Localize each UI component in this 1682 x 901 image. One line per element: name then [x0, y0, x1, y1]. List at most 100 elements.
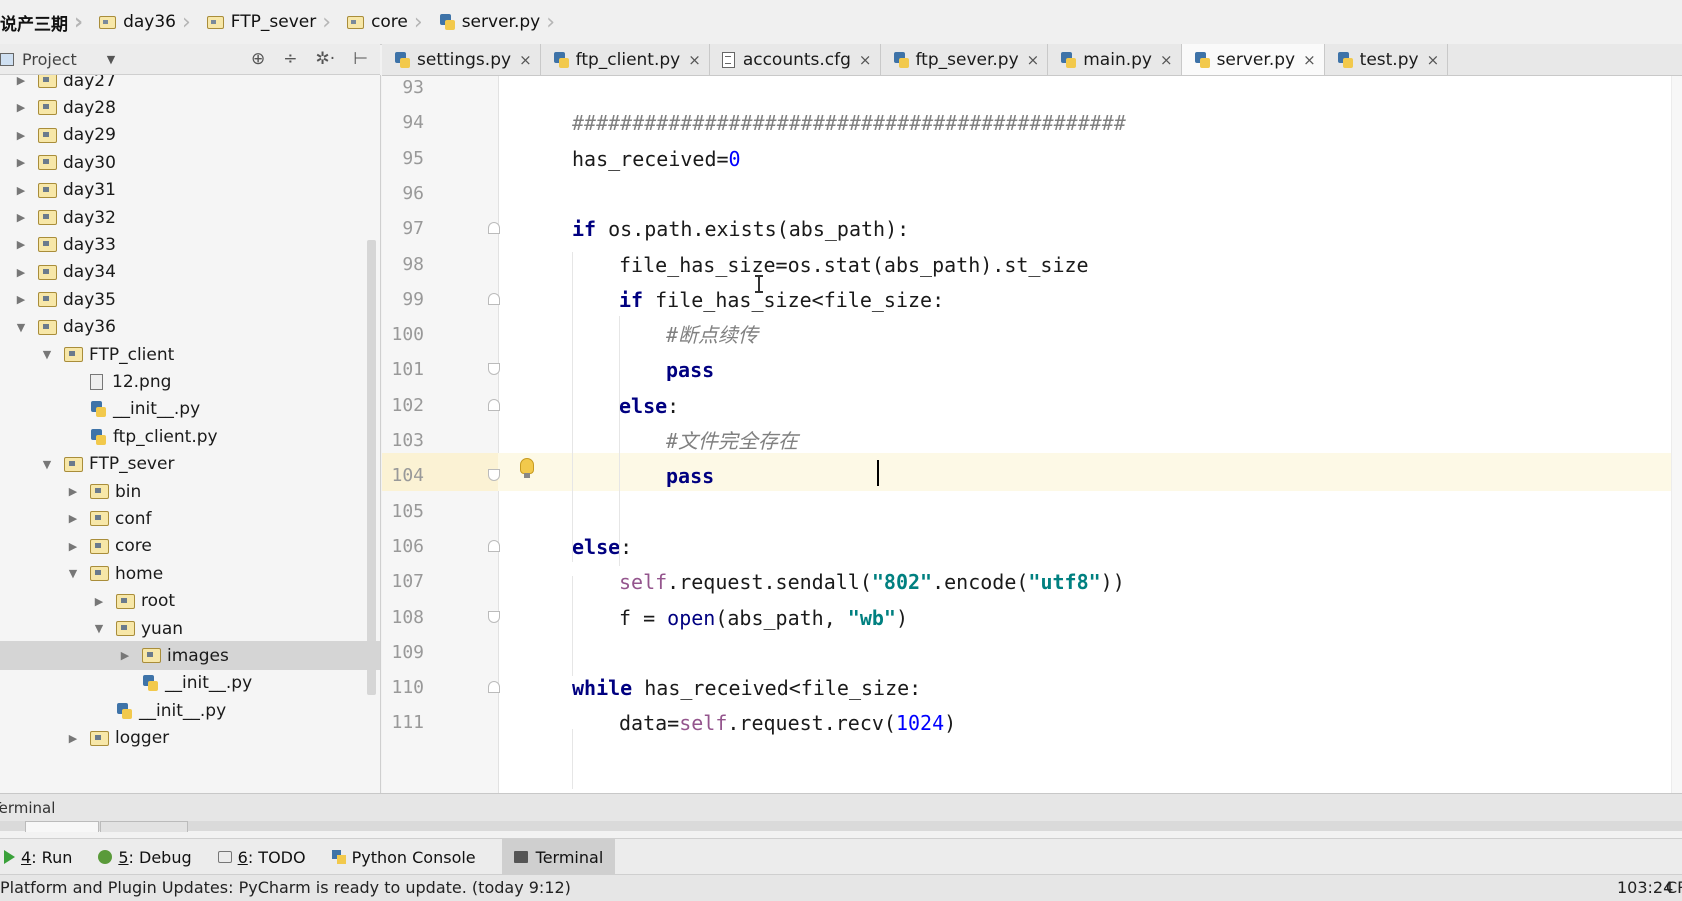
tool-window-run[interactable]: 4: Run: [0, 839, 84, 875]
chevron-down-icon[interactable]: ▼: [40, 458, 54, 471]
chevron-right-icon[interactable]: ▶: [14, 129, 28, 142]
breadcrumb-item[interactable]: FTP_sever ›: [197, 0, 337, 44]
tree-folder[interactable]: ▶ day35: [0, 285, 367, 314]
settings-gear-icon[interactable]: ✲·: [316, 49, 336, 69]
chevron-right-icon[interactable]: ▶: [118, 649, 132, 662]
fold-marker-icon[interactable]: [488, 681, 500, 694]
fold-marker-icon[interactable]: [488, 222, 500, 235]
caret-position[interactable]: 103:24: [1617, 875, 1673, 901]
tree-folder[interactable]: ▶ images: [0, 641, 380, 671]
tab-test-py[interactable]: test.py ×: [1325, 44, 1449, 75]
collapse-all-icon[interactable]: ÷: [283, 49, 297, 69]
close-icon[interactable]: ×: [519, 51, 532, 69]
tree-folder[interactable]: ▶ conf: [0, 504, 367, 533]
close-icon[interactable]: ×: [1160, 51, 1173, 69]
breadcrumb-item[interactable]: day36 ›: [89, 0, 197, 44]
code-editor[interactable]: 93 94 ####################################…: [382, 76, 1682, 793]
breadcrumb-item[interactable]: core ›: [337, 0, 429, 44]
breadcrumb-label: FTP_sever: [230, 12, 317, 32]
chevron-right-icon[interactable]: ▶: [66, 732, 80, 745]
status-message[interactable]: Platform and Plugin Updates: PyCharm is …: [0, 875, 571, 901]
project-dropdown-icon[interactable]: ▼: [107, 53, 115, 66]
tool-window-python-console[interactable]: Python Console: [331, 839, 488, 875]
tree-folder[interactable]: ▶ logger: [0, 724, 367, 753]
hide-panel-icon[interactable]: ⊢: [353, 49, 368, 69]
tool-window-terminal[interactable]: Terminal: [501, 839, 616, 875]
tree-folder[interactable]: ▼ FTP_sever: [0, 450, 367, 479]
breadcrumb-label: day36: [123, 12, 176, 32]
chevron-right-icon[interactable]: ▶: [66, 512, 80, 525]
tree-folder[interactable]: ▶ root: [0, 587, 367, 616]
intention-bulb-icon[interactable]: [520, 458, 534, 478]
tree-folder[interactable]: ▼ yuan: [0, 614, 367, 643]
tree-file[interactable]: __init__.py: [0, 395, 367, 424]
tree-file[interactable]: 12.png: [0, 367, 367, 396]
chevron-right-icon[interactable]: ▶: [14, 156, 28, 169]
line-separator[interactable]: CRL: [1666, 875, 1682, 901]
chevron-right-icon[interactable]: ▶: [66, 485, 80, 498]
project-panel-header[interactable]: Project ▼ ⊕ ÷ ✲· ⊢: [0, 44, 380, 75]
breadcrumb-item[interactable]: server.py ›: [429, 0, 561, 44]
line-number: 99: [402, 288, 424, 310]
chevron-right-icon[interactable]: ▶: [14, 266, 28, 279]
tab-accounts-cfg[interactable]: accounts.cfg ×: [710, 44, 881, 75]
chevron-right-icon[interactable]: ▶: [14, 238, 28, 251]
tree-label: yuan: [141, 618, 184, 639]
chevron-down-icon[interactable]: ▼: [40, 348, 54, 361]
editor-scrollbar[interactable]: [1671, 76, 1682, 793]
chevron-right-icon[interactable]: ▶: [14, 101, 28, 114]
tree-folder[interactable]: ▶ day27: [0, 75, 367, 95]
close-icon[interactable]: ×: [1303, 51, 1316, 69]
tab-main-py[interactable]: main.py ×: [1048, 44, 1182, 75]
tree-folder[interactable]: ▶ day31: [0, 176, 367, 205]
chevron-right-icon[interactable]: ▶: [14, 75, 28, 87]
tree-folder[interactable]: ▶ day33: [0, 230, 367, 259]
tree-folder[interactable]: ▶ day29: [0, 121, 367, 150]
tree-file[interactable]: ftp_client.py: [0, 422, 367, 451]
chevron-right-icon[interactable]: ▶: [14, 211, 28, 224]
fold-marker-icon[interactable]: [488, 398, 500, 411]
close-icon[interactable]: ×: [859, 51, 872, 69]
tree-label: core: [115, 536, 152, 557]
tree-folder[interactable]: ▶ day28: [0, 93, 367, 122]
chevron-down-icon[interactable]: ▼: [66, 567, 80, 580]
code-line: 108 f = open(abs_path, "wb"): [382, 599, 1682, 637]
breadcrumb-item[interactable]: 说产三期 ›: [0, 0, 89, 44]
tree-file[interactable]: __init__.py: [0, 669, 367, 698]
line-number: 110: [391, 677, 424, 699]
tree-folder[interactable]: ▶ day34: [0, 258, 367, 287]
tool-window-debug[interactable]: 5: Debug: [98, 839, 203, 875]
tree-folder[interactable]: ▼ day36: [0, 313, 367, 342]
tab-ftp_sever-py[interactable]: ftp_sever.py ×: [881, 44, 1049, 75]
chevron-down-icon[interactable]: ▼: [92, 622, 106, 635]
chevron-down-icon[interactable]: ▼: [14, 321, 28, 334]
tree-folder[interactable]: ▶ day32: [0, 203, 367, 232]
tool-window-todo[interactable]: 6: TODO: [217, 839, 318, 875]
close-icon[interactable]: ×: [688, 51, 701, 69]
tab-settings-py[interactable]: settings.py ×: [382, 44, 541, 75]
project-title[interactable]: Project: [22, 50, 77, 69]
chevron-right-icon[interactable]: ▶: [92, 595, 106, 608]
chevron-right-icon[interactable]: ▶: [14, 184, 28, 197]
tree-folder[interactable]: ▶ core: [0, 532, 367, 561]
terminal-session-tab[interactable]: [25, 821, 99, 832]
chevron-right-icon[interactable]: ▶: [14, 293, 28, 306]
close-icon[interactable]: ×: [1027, 51, 1040, 69]
close-icon[interactable]: ×: [1427, 51, 1440, 69]
tab-ftp_client-py[interactable]: ftp_client.py ×: [541, 44, 710, 75]
tree-folder[interactable]: ▶ day30: [0, 148, 367, 177]
tree-folder[interactable]: ▼ FTP_client: [0, 340, 367, 369]
fold-marker-icon[interactable]: [488, 292, 500, 305]
fold-marker-icon[interactable]: [488, 610, 500, 623]
chevron-right-icon[interactable]: ▶: [66, 540, 80, 553]
tab-server-py[interactable]: server.py ×: [1181, 44, 1325, 75]
folder-icon: [38, 100, 57, 116]
fold-marker-icon[interactable]: [488, 539, 500, 552]
terminal-session-tab[interactable]: [100, 821, 188, 832]
scroll-from-source-icon[interactable]: ⊕: [251, 49, 265, 69]
tree-folder[interactable]: ▼ home: [0, 559, 367, 588]
tree-folder[interactable]: ▶ bin: [0, 477, 367, 506]
sidebar-scrollbar[interactable]: [367, 240, 376, 695]
tree-file[interactable]: __init__.py: [0, 696, 367, 725]
code-token: ): [944, 711, 957, 736]
